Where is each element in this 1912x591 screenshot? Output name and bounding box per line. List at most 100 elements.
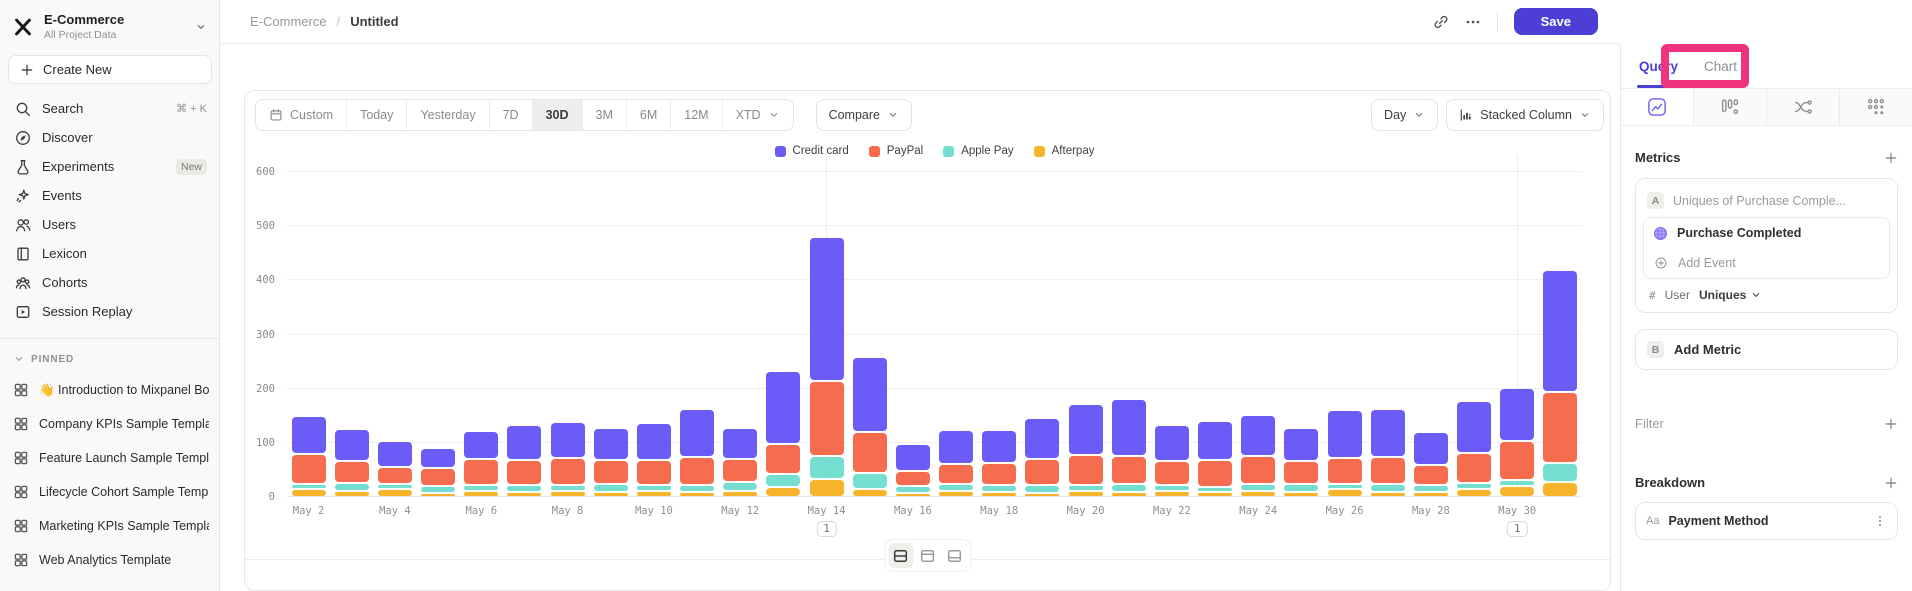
pinned-board-introduction-to-mixpanel-bo[interactable]: 👋 Introduction to Mixpanel Bo <box>0 373 219 407</box>
bar-segment-paypal[interactable] <box>1112 457 1146 483</box>
bar-segment-apple-pay[interactable] <box>982 486 1016 491</box>
bar-segment-credit-card[interactable] <box>723 429 757 458</box>
sidebar-item-discover[interactable]: Discover <box>0 123 219 152</box>
bar-segment-credit-card[interactable] <box>1284 429 1318 461</box>
bar-segment-credit-card[interactable] <box>1025 419 1059 458</box>
bar-segment-credit-card[interactable] <box>1112 400 1146 455</box>
bar-segment-apple-pay[interactable] <box>896 487 930 492</box>
bar-segment-paypal[interactable] <box>594 461 628 483</box>
sidebar-item-cohorts[interactable]: Cohorts <box>0 268 219 297</box>
bar-segment-paypal[interactable] <box>896 472 930 485</box>
tab-chart[interactable]: Chart <box>1704 44 1737 88</box>
layout-split-button[interactable] <box>888 543 913 568</box>
annotation-badge[interactable]: 1 <box>1507 521 1527 537</box>
bar-segment-afterpay[interactable] <box>1069 492 1103 497</box>
bar-segment-afterpay[interactable] <box>1025 494 1059 497</box>
bar-segment-apple-pay[interactable] <box>1371 485 1405 491</box>
workspace-switcher[interactable]: E-Commerce All Project Data <box>0 0 219 49</box>
bar-segment-afterpay[interactable] <box>1328 490 1362 496</box>
tab-query[interactable]: Query <box>1639 44 1678 88</box>
bar-segment-credit-card[interactable] <box>1241 416 1275 455</box>
bar-segment-paypal[interactable] <box>1414 466 1448 485</box>
layout-top-button[interactable] <box>915 543 940 568</box>
sidebar-item-lexicon[interactable]: Lexicon <box>0 239 219 268</box>
bar-segment-credit-card[interactable] <box>1371 410 1405 456</box>
pinned-board-company-kpis-sample-templat[interactable]: Company KPIs Sample Templat <box>0 407 219 441</box>
bar-segment-apple-pay[interactable] <box>1241 485 1275 490</box>
pinned-board-web-analytics-template[interactable]: Web Analytics Template <box>0 543 219 577</box>
bar-segment-paypal[interactable] <box>1241 457 1275 483</box>
add-breakdown-plus-icon[interactable] <box>1884 476 1898 490</box>
bar-segment-afterpay[interactable] <box>637 492 671 497</box>
bar-segment-afterpay[interactable] <box>1414 493 1448 496</box>
tab-flows[interactable] <box>1766 89 1839 125</box>
pinned-section-header[interactable]: PINNED <box>0 351 219 373</box>
bar-segment-paypal[interactable] <box>335 462 369 482</box>
bar-segment-paypal[interactable] <box>810 382 844 456</box>
pinned-board-feature-launch-sample-templa[interactable]: Feature Launch Sample Templa <box>0 441 219 475</box>
bar-segment-apple-pay[interactable] <box>766 475 800 487</box>
bar-segment-afterpay[interactable] <box>939 492 973 497</box>
bar-segment-apple-pay[interactable] <box>680 486 714 491</box>
bar-segment-credit-card[interactable] <box>680 410 714 456</box>
bar-segment-paypal[interactable] <box>1500 442 1534 479</box>
bar-segment-afterpay[interactable] <box>810 480 844 496</box>
bar-segment-afterpay[interactable] <box>507 493 541 496</box>
bar-segment-credit-card[interactable] <box>939 431 973 463</box>
create-new-button[interactable]: Create New <box>8 55 212 84</box>
bar-segment-apple-pay[interactable] <box>1328 485 1362 488</box>
bar-segment-apple-pay[interactable] <box>335 484 369 490</box>
bar-segment-afterpay[interactable] <box>1543 483 1577 496</box>
tab-insights[interactable] <box>1621 89 1693 125</box>
bar-segment-afterpay[interactable] <box>1112 493 1146 496</box>
bar-segment-afterpay[interactable] <box>551 492 585 497</box>
event-row[interactable]: Purchase Completed <box>1644 218 1889 248</box>
bar-segment-credit-card[interactable] <box>1500 389 1534 440</box>
bar-segment-credit-card[interactable] <box>335 430 369 460</box>
bar-segment-afterpay[interactable] <box>1198 493 1232 496</box>
bar-segment-afterpay[interactable] <box>982 493 1016 496</box>
bar-segment-afterpay[interactable] <box>680 493 714 496</box>
bar-segment-apple-pay[interactable] <box>1543 464 1577 481</box>
add-event-row[interactable]: Add Event <box>1644 248 1889 278</box>
bar-segment-apple-pay[interactable] <box>1155 486 1189 489</box>
bar-segment-credit-card[interactable] <box>507 426 541 459</box>
bar-segment-apple-pay[interactable] <box>378 485 412 488</box>
add-filter-plus-icon[interactable] <box>1884 417 1898 431</box>
bar-segment-afterpay[interactable] <box>853 490 887 496</box>
count-type-row[interactable]: # User Uniques <box>1643 279 1890 305</box>
bar-segment-apple-pay[interactable] <box>594 485 628 491</box>
bar-segment-credit-card[interactable] <box>421 449 455 467</box>
bar-segment-credit-card[interactable] <box>1543 271 1577 391</box>
tab-funnels[interactable] <box>1693 89 1766 125</box>
sidebar-item-session-replay[interactable]: Session Replay <box>0 297 219 326</box>
bar-segment-credit-card[interactable] <box>766 372 800 443</box>
pinned-board-lifecycle-cohort-sample-temp[interactable]: Lifecycle Cohort Sample Temp <box>0 475 219 509</box>
bar-segment-paypal[interactable] <box>723 460 757 481</box>
bar-segment-credit-card[interactable] <box>1414 433 1448 464</box>
bar-segment-paypal[interactable] <box>766 445 800 473</box>
bar-segment-credit-card[interactable] <box>551 423 585 457</box>
sidebar-item-events[interactable]: Events <box>0 181 219 210</box>
bar-segment-afterpay[interactable] <box>766 488 800 496</box>
bar-segment-afterpay[interactable] <box>1155 492 1189 497</box>
pinned-board-marketing-kpis-sample-templat[interactable]: Marketing KPIs Sample Templat <box>0 509 219 543</box>
sidebar-item-search[interactable]: Search⌘ + K <box>0 94 219 123</box>
bar-segment-credit-card[interactable] <box>594 429 628 460</box>
bar-segment-apple-pay[interactable] <box>723 483 757 490</box>
bar-segment-afterpay[interactable] <box>335 492 369 497</box>
bar-segment-apple-pay[interactable] <box>1069 486 1103 489</box>
annotation-badge[interactable]: 1 <box>816 521 836 537</box>
bar-segment-paypal[interactable] <box>292 455 326 483</box>
bar-segment-apple-pay[interactable] <box>1500 481 1534 485</box>
bar-segment-credit-card[interactable] <box>378 442 412 466</box>
bar-segment-credit-card[interactable] <box>853 358 887 431</box>
bar-segment-apple-pay[interactable] <box>810 457 844 477</box>
bar-segment-credit-card[interactable] <box>637 424 671 459</box>
bar-segment-apple-pay[interactable] <box>1284 485 1318 491</box>
bar-segment-paypal[interactable] <box>853 433 887 472</box>
bar-segment-apple-pay[interactable] <box>551 486 585 489</box>
add-metric-card[interactable]: B Add Metric <box>1635 329 1898 370</box>
bar-segment-credit-card[interactable] <box>982 431 1016 462</box>
bar-segment-paypal[interactable] <box>1198 461 1232 486</box>
